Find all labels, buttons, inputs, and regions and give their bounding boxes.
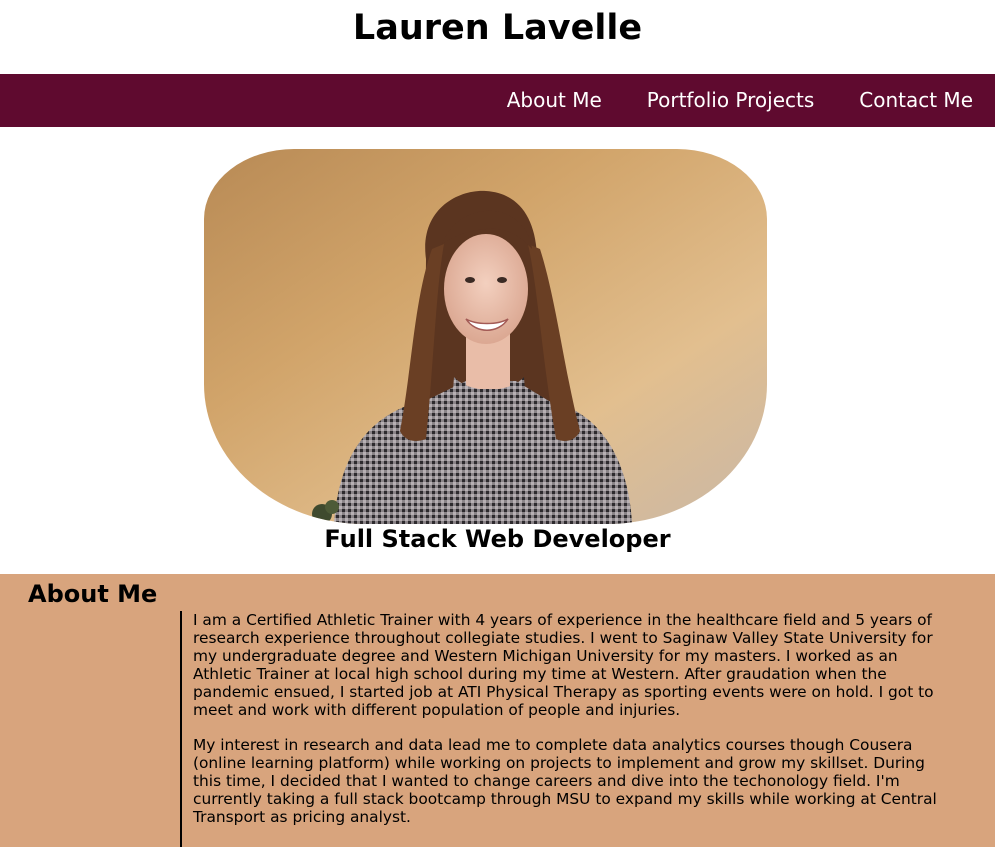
nav-link-portfolio-projects[interactable]: Portfolio Projects	[647, 74, 814, 127]
nav-link-about-me[interactable]: About Me	[507, 74, 602, 127]
nav-link-contact-me[interactable]: Contact Me	[859, 74, 973, 127]
profile-photo-illustration	[204, 149, 767, 524]
nav-bar: About Me Portfolio Projects Contact Me	[0, 74, 995, 127]
site-header: Lauren Lavelle	[0, 0, 995, 74]
about-paragraph: My interest in research and data lead me…	[193, 736, 937, 826]
profile-photo	[204, 149, 767, 524]
about-section: About Me I am a Certified Athletic Train…	[0, 574, 995, 847]
about-body: I am a Certified Athletic Trainer with 4…	[180, 611, 950, 847]
about-heading: About Me	[28, 580, 158, 608]
hero-section: Full Stack Web Developer	[0, 127, 995, 574]
hero-subtitle: Full Stack Web Developer	[324, 525, 671, 553]
site-title: Lauren Lavelle	[352, 8, 643, 48]
about-paragraph: I am a Certified Athletic Trainer with 4…	[193, 611, 934, 719]
